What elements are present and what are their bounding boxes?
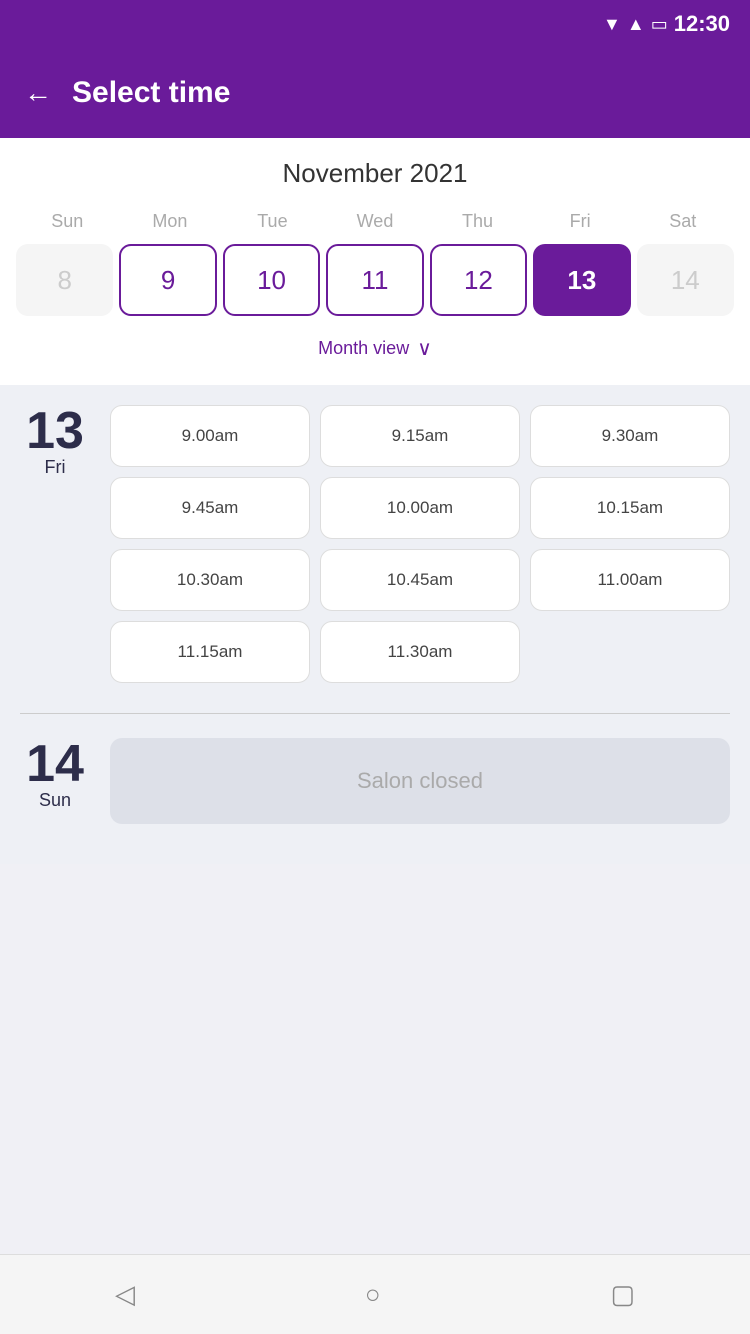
- day-header-fri: Fri: [529, 207, 632, 236]
- day-name-13: Fri: [20, 457, 90, 478]
- day-block-14: 14 Sun Salon closed: [20, 738, 730, 824]
- day-num-13: 13: [20, 405, 90, 457]
- slot-1100am[interactable]: 11.00am: [530, 549, 730, 611]
- date-13[interactable]: 13: [533, 244, 630, 316]
- wifi-icon: ▼: [603, 14, 621, 35]
- day-header-sun: Sun: [16, 207, 119, 236]
- date-14[interactable]: 14: [637, 244, 734, 316]
- date-10[interactable]: 10: [223, 244, 320, 316]
- status-bar: ▼ ▲ ▭ 12:30: [0, 0, 750, 48]
- signal-icon: ▲: [627, 14, 645, 35]
- day-block-13: 13 Fri 9.00am 9.15am 9.30am 9.45am 10.00…: [20, 405, 730, 683]
- day-header-mon: Mon: [119, 207, 222, 236]
- status-icons: ▼ ▲ ▭ 12:30: [603, 11, 730, 37]
- page-title: Select time: [72, 76, 230, 110]
- day-headers: Sun Mon Tue Wed Thu Fri Sat: [16, 207, 734, 236]
- date-11[interactable]: 11: [326, 244, 423, 316]
- calendar-section: November 2021 Sun Mon Tue Wed Thu Fri Sa…: [0, 138, 750, 385]
- slot-945am[interactable]: 9.45am: [110, 477, 310, 539]
- slots-grid-13: 9.00am 9.15am 9.30am 9.45am 10.00am 10.1…: [110, 405, 730, 683]
- salon-closed-banner: Salon closed: [110, 738, 730, 824]
- date-12[interactable]: 12: [430, 244, 527, 316]
- status-time: 12:30: [674, 11, 730, 37]
- day-header-tue: Tue: [221, 207, 324, 236]
- header: ← Select time: [0, 48, 750, 138]
- slot-1130am[interactable]: 11.30am: [320, 621, 520, 683]
- bottom-nav: ◁ ○ ▢: [0, 1254, 750, 1334]
- day-label-13: 13 Fri: [20, 405, 90, 683]
- month-title: November 2021: [16, 158, 734, 189]
- date-row: 8 9 10 11 12 13 14: [16, 244, 734, 316]
- day-num-14: 14: [20, 738, 90, 790]
- section-divider: [20, 713, 730, 714]
- slot-1000am[interactable]: 10.00am: [320, 477, 520, 539]
- slot-1045am[interactable]: 10.45am: [320, 549, 520, 611]
- nav-recent-button[interactable]: ▢: [590, 1269, 655, 1320]
- day-header-thu: Thu: [426, 207, 529, 236]
- back-button[interactable]: ←: [24, 79, 52, 107]
- day-label-14: 14 Sun: [20, 738, 90, 824]
- month-view-toggle[interactable]: Month view ∨: [16, 324, 734, 375]
- nav-back-button[interactable]: ◁: [95, 1269, 155, 1320]
- chevron-down-icon: ∨: [417, 336, 432, 361]
- slot-1115am[interactable]: 11.15am: [110, 621, 310, 683]
- nav-home-button[interactable]: ○: [345, 1269, 401, 1320]
- day-header-sat: Sat: [631, 207, 734, 236]
- day-header-wed: Wed: [324, 207, 427, 236]
- month-view-label: Month view: [318, 338, 409, 359]
- slot-1015am[interactable]: 10.15am: [530, 477, 730, 539]
- date-9[interactable]: 9: [119, 244, 216, 316]
- slot-900am[interactable]: 9.00am: [110, 405, 310, 467]
- timeslots-section: 13 Fri 9.00am 9.15am 9.30am 9.45am 10.00…: [0, 385, 750, 864]
- slot-930am[interactable]: 9.30am: [530, 405, 730, 467]
- day-name-14: Sun: [20, 790, 90, 811]
- slot-1030am[interactable]: 10.30am: [110, 549, 310, 611]
- slot-915am[interactable]: 9.15am: [320, 405, 520, 467]
- battery-icon: ▭: [651, 14, 668, 35]
- date-8[interactable]: 8: [16, 244, 113, 316]
